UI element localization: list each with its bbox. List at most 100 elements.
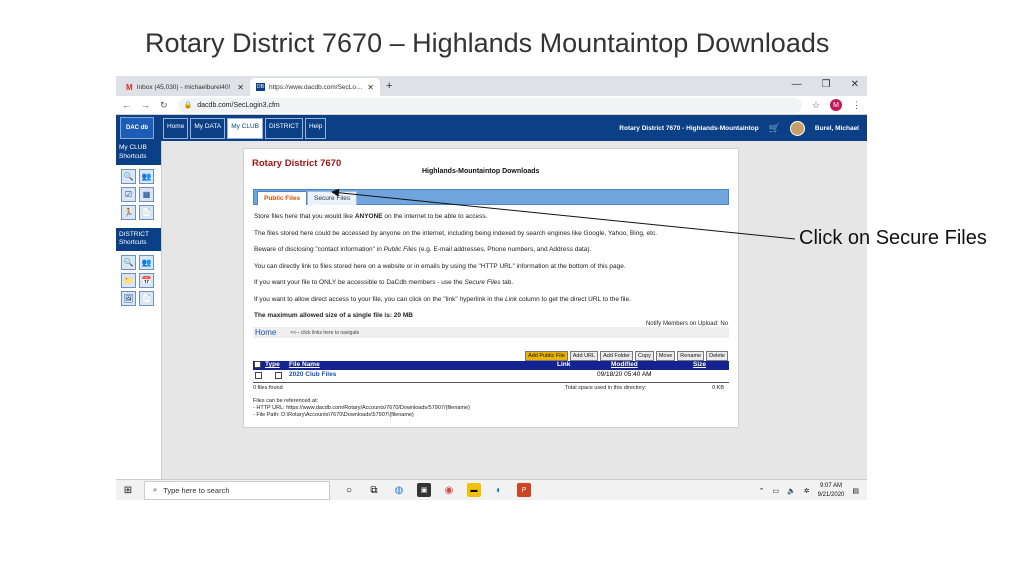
gmail-icon: M bbox=[126, 82, 133, 92]
home-link[interactable]: Home bbox=[255, 328, 276, 337]
cart-icon[interactable]: 🛒 bbox=[769, 123, 780, 134]
reference-heading: Files can be referenced at: bbox=[253, 398, 319, 404]
tab-public-files[interactable]: Public Files bbox=[257, 191, 308, 205]
nav-home[interactable]: Home bbox=[163, 117, 189, 139]
files-tab-bar: Public Files Secure Files bbox=[253, 189, 729, 205]
back-icon[interactable]: ← bbox=[122, 100, 131, 110]
url-text: dacdb.com/SecLogin3.cfm bbox=[197, 101, 280, 109]
header-right: Rotary District 7670 - Highlands-Mountai… bbox=[619, 115, 859, 141]
search-placeholder: Type here to search bbox=[163, 485, 230, 495]
table-row[interactable]: 2020 Club Files 09/18/20 05:40 AM bbox=[253, 370, 729, 380]
breadcrumb: Home <<-- click links here to navigate bbox=[253, 327, 729, 338]
col-size[interactable]: Size bbox=[693, 361, 706, 368]
nav-district[interactable]: DISTRICT bbox=[265, 117, 303, 139]
report-icon[interactable]: 📄 bbox=[139, 291, 154, 307]
powerpoint-icon[interactable]: P bbox=[517, 483, 531, 497]
files-found: 0 files found bbox=[253, 385, 283, 391]
browser-screenshot: M Inbox (45,030) - michaelburel40! ✕ DB … bbox=[116, 76, 867, 500]
reference-path: - File Path: D:\Rotary\Accounts\7670\Dow… bbox=[253, 412, 414, 418]
search-icon: ⌕ bbox=[153, 485, 158, 494]
dacdb-icon: DB bbox=[256, 83, 265, 91]
chevron-up-icon[interactable]: ⌃ bbox=[759, 487, 765, 495]
move-button[interactable]: Move bbox=[655, 351, 676, 361]
windows-taskbar: ⊞ ⌕ Type here to search ○ ⧉ ◍ ▣ ◉ ▬ ◐ P … bbox=[116, 479, 867, 500]
members-icon[interactable]: 👥 bbox=[139, 168, 154, 184]
sidebar: My CLUB Shortcuts 🔍 👥 ☑ ▦ 🏃 📄 DISTRICT S… bbox=[116, 141, 162, 479]
user-name[interactable]: Burel, Michael bbox=[815, 125, 859, 132]
maximize-icon[interactable]: ❐ bbox=[822, 79, 831, 90]
close-tab-icon[interactable]: ✕ bbox=[237, 83, 244, 92]
network-icon[interactable]: ✲ bbox=[804, 487, 810, 495]
browser-tab-gmail[interactable]: M Inbox (45,030) - michaelburel40! ✕ bbox=[120, 78, 250, 96]
grid-icon[interactable]: ▦ bbox=[139, 186, 154, 202]
downloads-panel: Rotary District 7670 Highlands-Mountaint… bbox=[243, 148, 739, 428]
chrome-icon[interactable]: ◉ bbox=[442, 483, 456, 497]
calendar-icon[interactable]: 📅 bbox=[139, 273, 154, 289]
callout-text: Click on Secure Files bbox=[799, 227, 987, 249]
run-icon[interactable]: 🏃 bbox=[121, 204, 136, 220]
menu-dots-icon[interactable]: ⋮ bbox=[852, 100, 861, 111]
user-avatar[interactable] bbox=[789, 120, 805, 136]
file-explorer-icon[interactable]: ▬ bbox=[467, 483, 481, 497]
info-paragraph: Store files here that you would like ANY… bbox=[254, 213, 488, 220]
table-divider bbox=[253, 382, 729, 383]
system-tray: ⌃ ▭ 🔈 ✲ 9:07 AM 9/21/2020 ▤ bbox=[759, 480, 859, 500]
col-type[interactable]: Type bbox=[265, 361, 280, 368]
new-tab-icon[interactable]: + bbox=[386, 80, 392, 92]
checklist-icon[interactable]: ☑ bbox=[121, 186, 136, 202]
nav-my-club[interactable]: My CLUB bbox=[227, 117, 263, 139]
forward-icon[interactable]: → bbox=[141, 100, 150, 110]
add-public-file-button[interactable]: Add Public File bbox=[525, 351, 568, 361]
url-field[interactable]: 🔒 dacdb.com/SecLogin3.cfm bbox=[177, 97, 802, 113]
close-window-icon[interactable]: ✕ bbox=[851, 79, 859, 90]
image-icon[interactable]: 🖼 bbox=[121, 291, 136, 307]
nav-my-data[interactable]: My DATA bbox=[190, 117, 226, 139]
info-paragraph: The files stored here could be accessed … bbox=[254, 230, 658, 237]
app-body: My CLUB Shortcuts 🔍 👥 ☑ ▦ 🏃 📄 DISTRICT S… bbox=[116, 141, 867, 479]
taskbar-search[interactable]: ⌕ Type here to search bbox=[144, 480, 330, 500]
copy-button[interactable]: Copy bbox=[635, 351, 654, 361]
add-url-button[interactable]: Add URL bbox=[569, 351, 599, 361]
info-paragraph: You can directly link to files stored he… bbox=[254, 263, 626, 270]
report-icon[interactable]: 📄 bbox=[139, 204, 154, 220]
search-icon[interactable]: 🔍 bbox=[121, 255, 136, 271]
minimize-icon[interactable]: — bbox=[792, 79, 802, 90]
edge-icon[interactable]: ◐ bbox=[492, 483, 506, 497]
nav-help[interactable]: Help bbox=[304, 117, 327, 139]
notification-icon[interactable]: ▤ bbox=[852, 487, 859, 495]
profile-avatar[interactable]: M bbox=[830, 99, 842, 111]
tab-secure-files[interactable]: Secure Files bbox=[307, 191, 358, 205]
browser-tab-strip: M Inbox (45,030) - michaelburel40! ✕ DB … bbox=[116, 76, 867, 96]
address-bar: ← → ↻ 🔒 dacdb.com/SecLogin3.cfm ☆ M ⋮ bbox=[116, 96, 867, 115]
col-file-name[interactable]: File Name bbox=[289, 361, 320, 368]
windows-start-icon[interactable]: ⊞ bbox=[118, 485, 138, 496]
clock[interactable]: 9:07 AM 9/21/2020 bbox=[818, 482, 845, 499]
search-icon[interactable]: 🔍 bbox=[121, 168, 136, 184]
rename-button[interactable]: Rename bbox=[677, 351, 705, 361]
store-icon[interactable]: ▣ bbox=[417, 483, 431, 497]
lock-icon: 🔒 bbox=[183, 102, 193, 109]
club-name: Rotary District 7670 bbox=[252, 158, 342, 169]
volume-icon[interactable]: 🔈 bbox=[787, 487, 796, 495]
reload-icon[interactable]: ↻ bbox=[160, 100, 168, 111]
space-value: 0 KB bbox=[712, 385, 724, 391]
app-header: DAC db Home My DATA My CLUB DISTRICT Hel… bbox=[116, 115, 867, 141]
task-view-icon[interactable]: ⧉ bbox=[367, 483, 381, 497]
cortana-icon[interactable]: ○ bbox=[342, 483, 356, 497]
battery-icon[interactable]: ▭ bbox=[772, 487, 779, 495]
browser-tab-dacdb[interactable]: DB https://www.dacdb.com/SecLogin ✕ bbox=[250, 78, 380, 96]
close-tab-icon[interactable]: ✕ bbox=[367, 83, 374, 92]
file-name-link[interactable]: 2020 Club Files bbox=[289, 371, 336, 378]
slide-title: Rotary District 7670 – Highlands Mountai… bbox=[145, 28, 830, 58]
members-icon[interactable]: 👥 bbox=[139, 255, 154, 271]
district-shortcut-icons: 🔍 👥 📁 📅 🖼 📄 bbox=[116, 251, 161, 310]
star-icon[interactable]: ☆ bbox=[812, 100, 820, 111]
weather-icon[interactable]: ◍ bbox=[392, 483, 406, 497]
clock-time: 9:07 AM bbox=[820, 483, 843, 490]
add-folder-button[interactable]: Add Folder bbox=[600, 351, 633, 361]
tab-title: https://www.dacdb.com/SecLogin bbox=[268, 83, 364, 91]
col-modified[interactable]: Modified bbox=[611, 361, 638, 368]
dacdb-logo[interactable]: DAC db bbox=[120, 117, 154, 139]
delete-button[interactable]: Delete bbox=[706, 351, 728, 361]
folder-icon[interactable]: 📁 bbox=[121, 273, 136, 289]
